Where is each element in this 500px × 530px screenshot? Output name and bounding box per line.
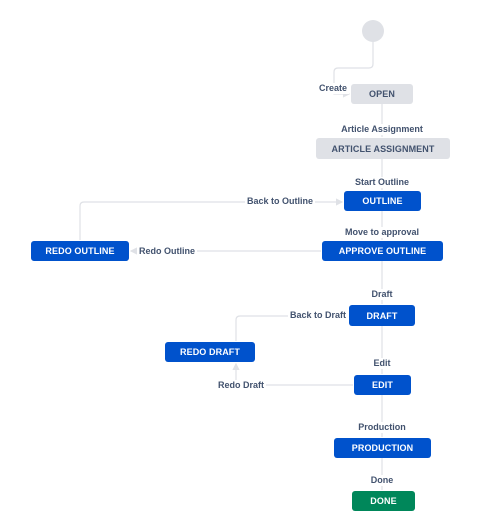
transition-label-done[interactable]: Done (368, 475, 396, 486)
status-article-assignment[interactable]: ARTICLE ASSIGNMENT (316, 138, 450, 159)
status-approve-outline[interactable]: APPROVE OUTLINE (322, 241, 443, 261)
transition-label-redo-draft[interactable]: Redo Draft (215, 380, 267, 391)
connector-back-to-outline (79, 198, 344, 240)
transition-label-start-outline[interactable]: Start Outline (352, 177, 412, 188)
transition-label-production[interactable]: Production (356, 422, 408, 433)
status-edit[interactable]: EDIT (354, 375, 411, 395)
transition-label-move-to-approval[interactable]: Move to approval (342, 227, 422, 238)
status-redo-draft[interactable]: REDO DRAFT (165, 342, 255, 362)
start-circle-icon (362, 20, 384, 42)
transition-label-edit[interactable]: Edit (371, 358, 393, 369)
transition-label-draft[interactable]: Draft (369, 289, 395, 300)
transition-label-back-to-draft[interactable]: Back to Draft (287, 310, 348, 321)
status-production[interactable]: PRODUCTION (334, 438, 431, 458)
transition-label-redo-outline[interactable]: Redo Outline (137, 246, 197, 257)
status-done[interactable]: DONE (352, 491, 415, 511)
status-outline[interactable]: OUTLINE (344, 191, 421, 211)
status-redo-outline[interactable]: REDO OUTLINE (31, 241, 129, 261)
transition-label-article-assignment[interactable]: Article Assignment (339, 124, 425, 135)
status-draft[interactable]: DRAFT (349, 305, 415, 326)
transition-label-back-to-outline[interactable]: Back to Outline (244, 196, 316, 207)
transition-label-create[interactable]: Create (317, 83, 350, 94)
status-open[interactable]: OPEN (351, 84, 413, 104)
